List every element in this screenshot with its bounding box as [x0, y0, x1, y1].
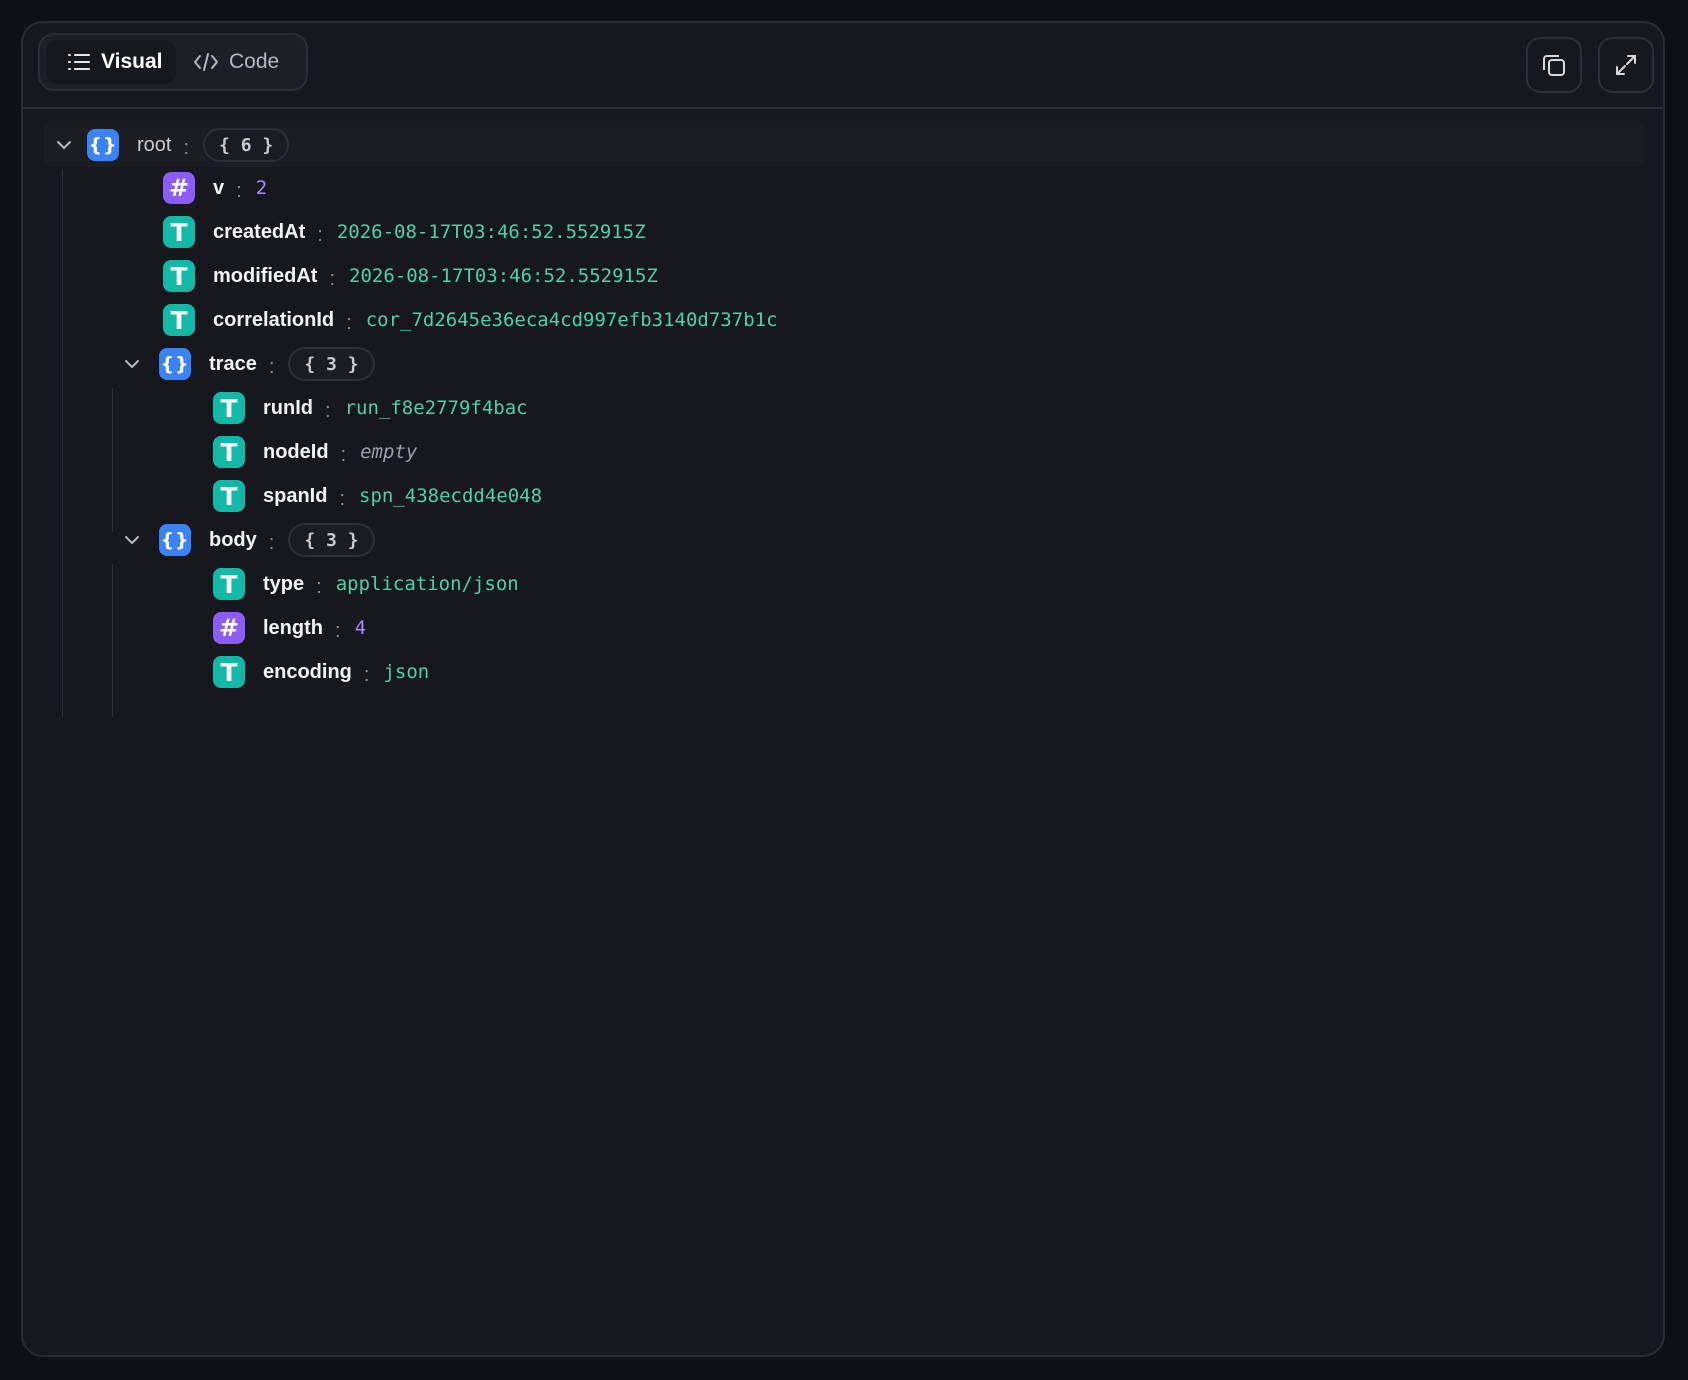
tree-row[interactable]: T spanId : spn_438ecdd4e048 [213, 476, 542, 516]
tree-key: runId [263, 396, 313, 419]
object-type-icon: {} [159, 348, 191, 380]
tree-key: v [213, 176, 225, 199]
key-separator: : [329, 267, 335, 290]
expand-icon [1616, 55, 1636, 75]
tree-key: createdAt [213, 220, 306, 243]
tree-key: encoding [263, 660, 352, 683]
tree-row[interactable]: T correlationId : cor_7d2645e36eca4cd997… [163, 300, 778, 340]
tree-key: trace [209, 352, 257, 375]
number-type-icon: # [213, 612, 245, 644]
tree-row[interactable]: T createdAt : 2026-08-17T03:46:52.552915… [163, 212, 646, 252]
tree-value: 2026-08-17T03:46:52.552915Z [349, 265, 658, 287]
tree-key: nodeId [263, 440, 329, 463]
tree-value: 2026-08-17T03:46:52.552915Z [336, 221, 646, 243]
tree-guide-trace [112, 388, 113, 532]
key-separator: : [316, 575, 322, 598]
copy-button[interactable] [1526, 37, 1582, 93]
key-separator: : [317, 223, 323, 246]
tree-row-root[interactable]: {} root : { 6 } [44, 123, 1645, 167]
tree-guide-root [62, 169, 63, 717]
tab-visual[interactable]: Visual [46, 40, 176, 84]
tree-row[interactable]: # length : 4 [213, 608, 366, 648]
object-type-icon: {} [87, 129, 119, 161]
chevron-down-icon[interactable] [44, 125, 84, 165]
tree-row[interactable]: # v : 2 [163, 168, 267, 208]
expand-button[interactable] [1598, 37, 1654, 93]
tree-value: cor_7d2645e36eca4cd997efb3140d737b1c [365, 309, 778, 331]
number-type-icon: # [163, 172, 195, 204]
key-separator: : [183, 136, 190, 159]
tree-row[interactable]: T runId : run_f8e2779f4bac [213, 388, 528, 428]
key-separator: : [363, 663, 370, 686]
tree-row[interactable]: T modifiedAt : 2026-08-17T03:46:52.55291… [163, 256, 658, 296]
string-type-icon: T [163, 260, 195, 292]
tree-guide-body [112, 564, 113, 717]
tree-value: run_f8e2779f4bac [344, 397, 528, 419]
json-viewer-panel: Visual Code {} root: {6} # v: 2 T cr… [21, 21, 1665, 1357]
key-separator: : [339, 487, 346, 510]
tree-value: json [383, 661, 430, 683]
key-separator: : [236, 179, 242, 202]
copy-icon [1543, 55, 1565, 76]
tree-row[interactable]: T encoding : json [213, 652, 429, 692]
tree-row[interactable]: T nodeId : empty [213, 432, 417, 472]
tab-visual-label: Visual [101, 50, 163, 73]
tree-value-empty: empty [360, 441, 418, 463]
child-count-badge: { 3 } [288, 347, 375, 381]
code-icon [194, 53, 218, 71]
tree-value: spn_438ecdd4e048 [359, 485, 543, 507]
string-type-icon: T [163, 216, 195, 248]
tree-value: 2 [255, 177, 268, 199]
tab-code-label: Code [229, 50, 280, 73]
tree-value: application/json [335, 573, 519, 595]
key-separator: : [346, 311, 352, 334]
string-type-icon: T [213, 568, 245, 600]
tree-key: correlationId [213, 308, 335, 331]
tab-code[interactable]: Code [185, 40, 300, 84]
key-separator: : [325, 399, 331, 422]
key-separator: : [268, 531, 275, 554]
chevron-down-icon[interactable] [112, 344, 152, 384]
string-type-icon: T [213, 656, 245, 688]
string-type-icon: T [213, 392, 245, 424]
tree-key: type [263, 572, 305, 595]
view-mode-tabs: Visual Code [38, 33, 308, 91]
object-type-icon: {} [159, 524, 191, 556]
string-type-icon: T [213, 480, 245, 512]
tree-key: body [209, 528, 257, 551]
child-count-badge: { 6 } [203, 128, 290, 162]
string-type-icon: T [213, 436, 245, 468]
string-type-icon: T [163, 304, 195, 336]
key-separator: : [335, 619, 341, 642]
list-icon [68, 54, 90, 70]
chevron-down-icon[interactable] [112, 520, 152, 560]
tree-key: spanId [263, 484, 328, 507]
tree-row[interactable]: T type : application/json [213, 564, 519, 604]
tree-key: root [137, 133, 172, 156]
tree-key: modifiedAt [213, 264, 318, 287]
tree-row-trace[interactable]: {} trace : { 3 } [159, 344, 375, 384]
viewer-header: Visual Code [23, 23, 1663, 109]
tree-value: 4 [354, 617, 367, 639]
tree-row-body[interactable]: {} body : { 3 } [159, 520, 375, 560]
key-separator: : [340, 443, 347, 466]
tree-key: length [263, 616, 323, 639]
child-count-badge: { 3 } [288, 523, 375, 557]
key-separator: : [268, 355, 275, 378]
